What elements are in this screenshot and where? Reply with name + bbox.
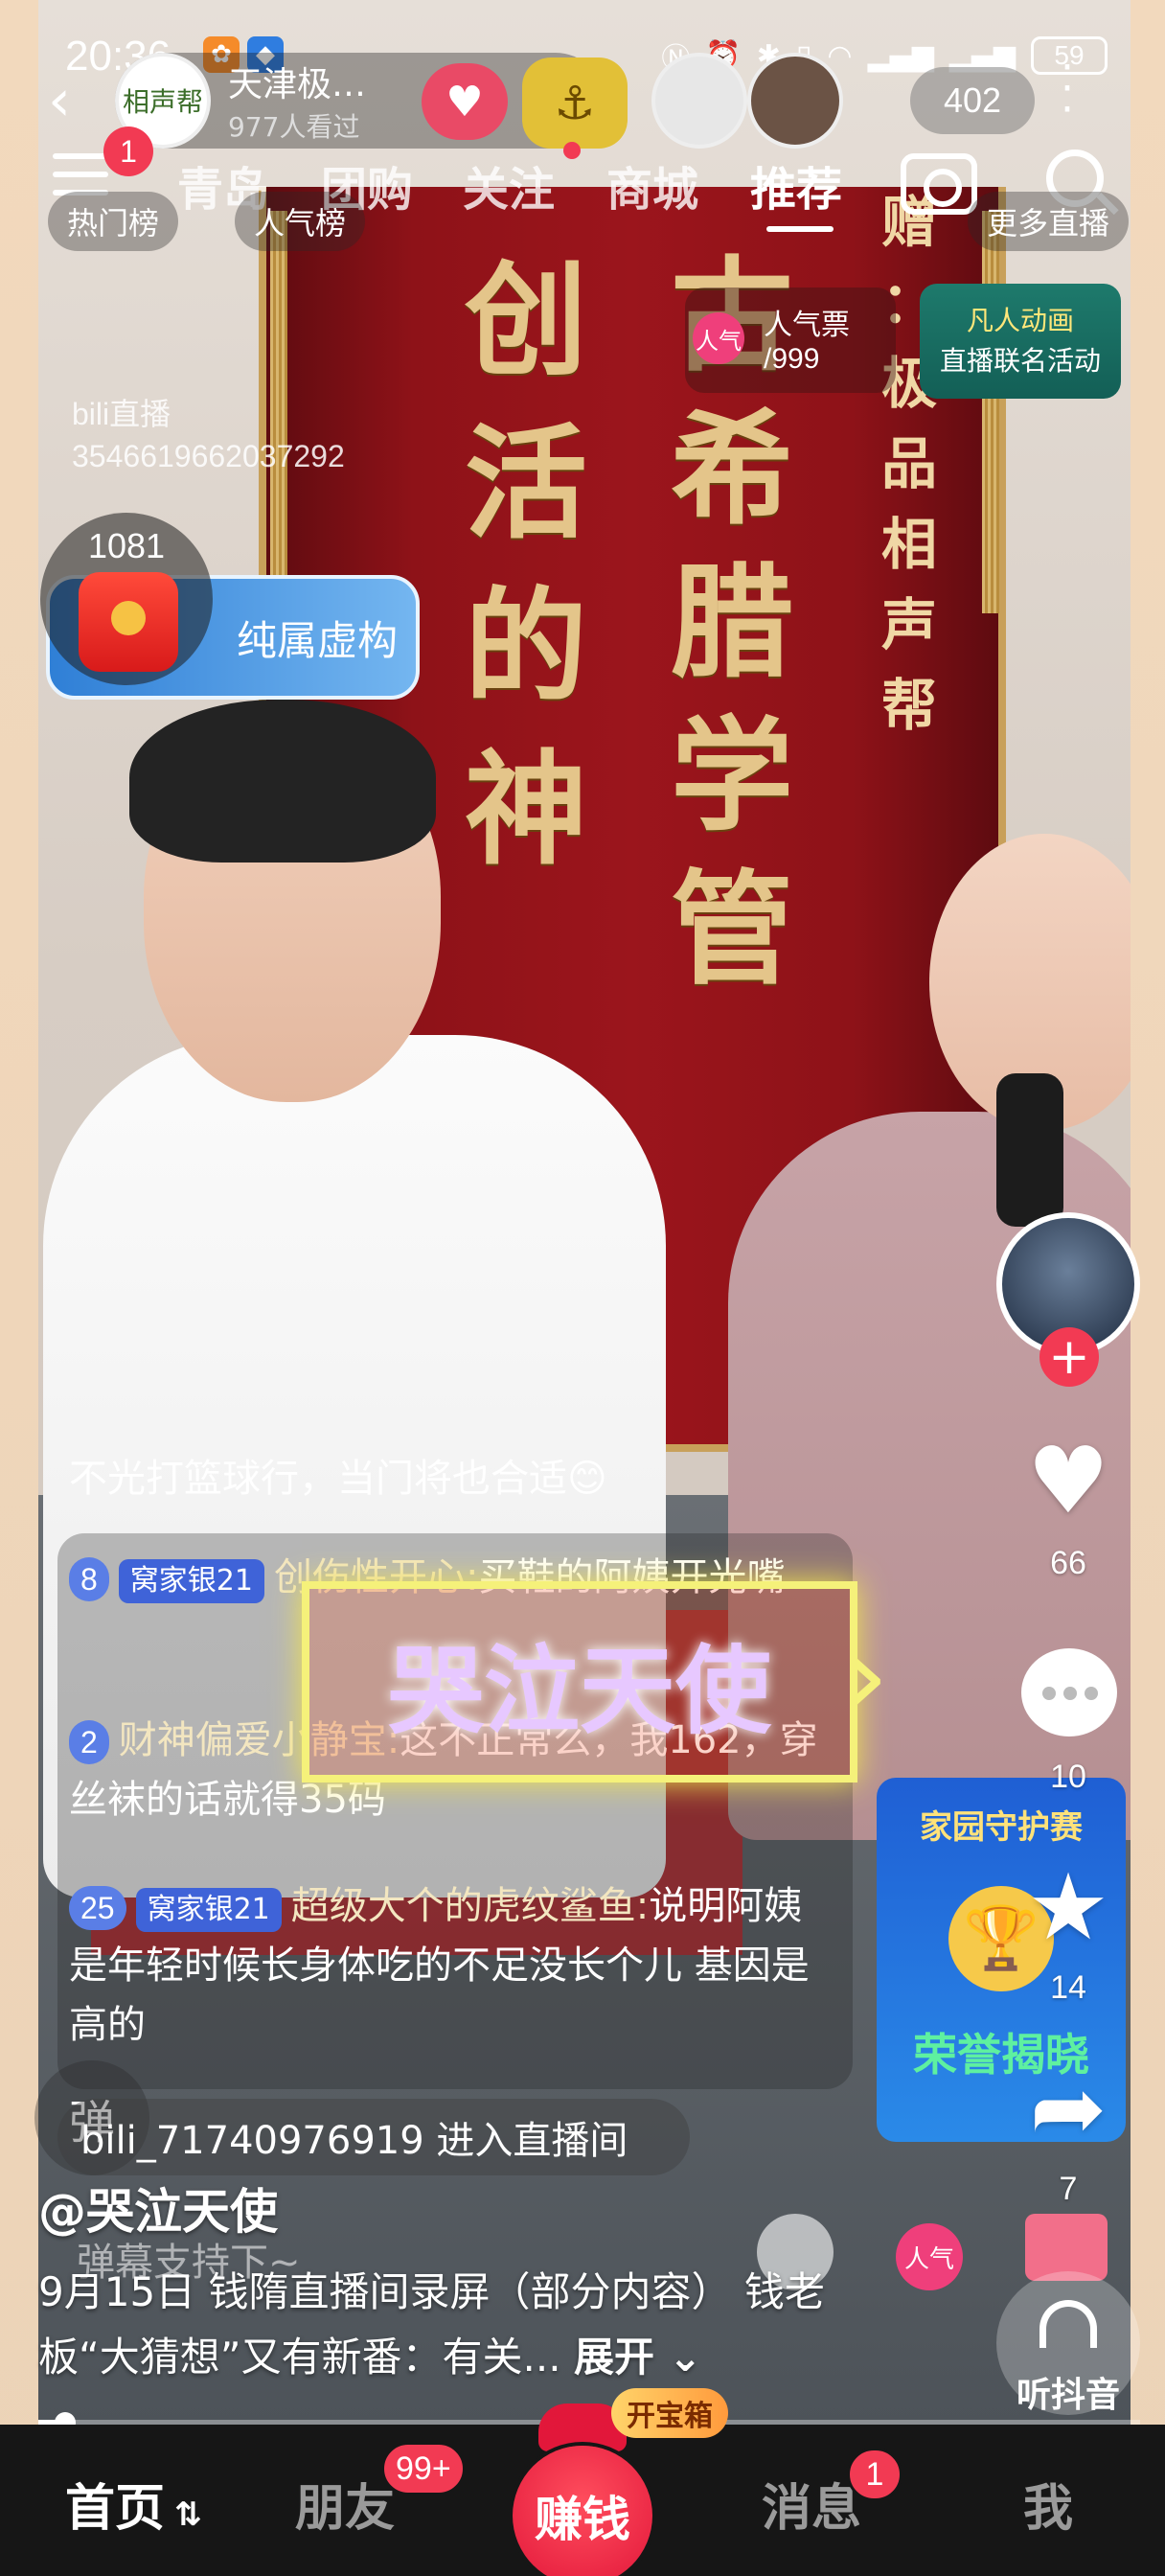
video-caption: 9月15日 钱隋直播间录屏（部分内容） 钱老板“大猜想”又有新番：有关... 展… <box>38 2260 901 2390</box>
danmu-message: 不光打篮球行，当门将也合适😊 <box>69 1457 607 1501</box>
stream-watermark: bili直播 3546619662037292 <box>72 393 345 477</box>
red-packet-count: 1081 <box>87 526 166 565</box>
like-count: 66 <box>1050 1545 1086 1581</box>
popularity-float-icon[interactable]: 人气 <box>896 2223 963 2290</box>
anchor-icon[interactable]: ⚓ <box>522 58 628 149</box>
wifi-icon: ◠ <box>827 38 853 73</box>
banner-fringe-right <box>982 211 999 613</box>
fan-tag: 窝家银21 <box>118 1559 264 1603</box>
guard-card-title: 家园守护赛 <box>920 1808 1083 1847</box>
user-level-badge: 8 <box>69 1557 109 1601</box>
messages-badge: 1 <box>847 2448 902 2501</box>
user-level-badge: 25 <box>69 1886 126 1930</box>
chat-message: 25 窝家银21 超级大个的虎纹鲨鱼:说明阿姨是年轻时候长身体吃的不足没长个儿 基因… <box>69 1876 835 2055</box>
popularity-value: /999 <box>764 343 820 375</box>
watermark-id: 3546619662037292 <box>72 439 345 473</box>
caption-text: 9月15日 钱隋直播间录屏（部分内容） 钱老板“大猜想”又有新番：有关... <box>38 2268 825 2380</box>
friends-badge: 99+ <box>381 2442 466 2496</box>
heart-follow-icon[interactable]: ♥ <box>422 63 508 140</box>
viewer-avatar[interactable] <box>651 53 747 149</box>
neon-arrow-icon: › <box>843 1610 889 1743</box>
user-level-badge: 2 <box>69 1720 109 1764</box>
favorite-count: 14 <box>1050 1969 1086 2006</box>
live-room-name: 天津极… <box>228 65 367 104</box>
nav-home[interactable]: 首页 ⇅ <box>65 2468 202 2540</box>
share-arrow-icon[interactable]: ➦ <box>1016 2060 1121 2156</box>
microphone <box>996 1073 1063 1227</box>
online-viewer-count[interactable]: 402 <box>910 67 1035 134</box>
active-tab-indicator <box>766 226 834 232</box>
popularity-list-chip[interactable]: 人气榜 <box>235 192 366 251</box>
follow-plus-icon[interactable]: + <box>1039 1327 1099 1387</box>
tab-following[interactable]: 关注 <box>463 151 555 218</box>
promo-line-2: 直播联名活动 <box>939 345 1101 377</box>
host-left-hair <box>129 700 436 862</box>
watermark-brand: bili直播 <box>72 397 171 431</box>
like-heart-icon[interactable]: ♥ <box>1016 1433 1121 1529</box>
hot-list-chip[interactable]: 热门榜 <box>48 192 179 251</box>
open-treasure-badge[interactable]: 开宝箱 <box>611 2388 728 2438</box>
promo-banner[interactable]: 凡人动画 直播联名活动 <box>920 284 1121 399</box>
fan-tag: 窝家银21 <box>135 1888 282 1932</box>
live-room-viewers: 977人看过 <box>228 111 360 143</box>
signal-icon: ▂▄▆ <box>867 38 934 73</box>
nav-friends[interactable]: 朋友 <box>295 2468 395 2540</box>
following-dot <box>563 142 581 159</box>
user-enter-notice: bili_71740976919 进入直播间 <box>57 2099 690 2175</box>
douyin-live-replay-screen: 创活的神 古希腊学管 赠：极品相声帮 20:36 ✿ ◆ Ⓝ ⏰ ✱ ▯ ◠ ▂… <box>0 0 1165 2576</box>
listen-mode-label: 听抖音 <box>1016 2376 1120 2415</box>
popularity-badge: 人气 <box>693 312 744 364</box>
menu-badge: 1 <box>103 126 153 176</box>
more-options-icon[interactable]: · · · <box>1056 47 1079 131</box>
more-live-chip[interactable]: 更多直播 <box>968 192 1130 251</box>
nav-me[interactable]: 我 <box>1023 2468 1073 2540</box>
comment-count: 10 <box>1050 1759 1086 1795</box>
banner-column-right: 赠：极品相声帮 <box>881 190 938 738</box>
camera-icon[interactable] <box>901 153 977 215</box>
viewer-avatar[interactable] <box>747 53 843 149</box>
nav-earn-button[interactable]: 赚钱 <box>513 2446 652 2576</box>
share-count: 7 <box>1059 2171 1078 2207</box>
comment-icon[interactable] <box>1021 1648 1117 1736</box>
tab-mall[interactable]: 商城 <box>606 151 698 218</box>
live-room-info: 天津极… 977人看过 <box>228 57 366 145</box>
switch-arrows-icon: ⇅ <box>174 2496 202 2534</box>
banner-column-left: 创活的神 <box>465 249 588 882</box>
red-packet-widget[interactable]: 1081 <box>40 513 213 685</box>
popularity-label: 人气票 <box>764 309 850 342</box>
popularity-ticket[interactable]: 人气 人气票 /999 <box>685 288 896 393</box>
red-packet-icon <box>79 572 178 672</box>
chat-username[interactable]: 超级大个的虎纹鲨鱼: <box>291 1884 649 1928</box>
expand-caption-button[interactable]: 展开 ⌄ <box>574 2334 702 2380</box>
back-arrow-icon[interactable]: ‹ <box>48 67 71 134</box>
neon-username-effect: 哭泣天使 <box>302 1581 857 1782</box>
favorite-star-icon[interactable]: ★ <box>1016 1859 1121 1955</box>
promo-line-1: 凡人动画 <box>966 305 1074 336</box>
tab-recommend[interactable]: 推荐 <box>750 151 842 218</box>
